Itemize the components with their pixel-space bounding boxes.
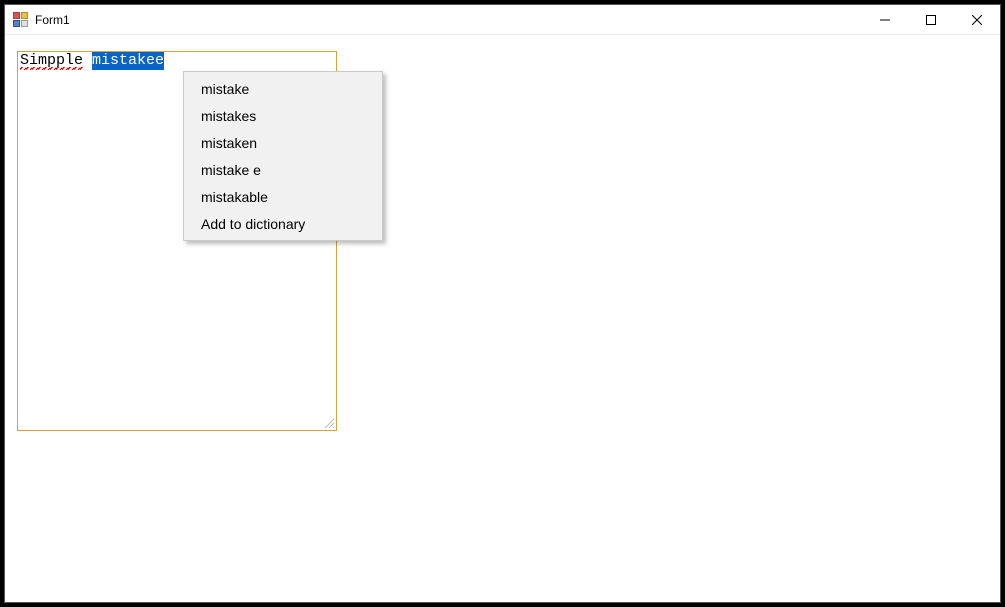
resize-grip-icon[interactable] <box>323 417 335 429</box>
misspelled-word-2-selected[interactable]: mistakee <box>92 52 164 70</box>
menu-label: mistakable <box>201 189 268 205</box>
menu-label: mistake e <box>201 162 261 178</box>
menu-label: mistakes <box>201 108 256 124</box>
client-area: Simpple mistakee mistake mistakes mistak… <box>5 35 1000 602</box>
window: Form1 Simpple mistakee <box>4 4 1001 603</box>
close-button[interactable] <box>954 5 1000 35</box>
maximize-button[interactable] <box>908 5 954 35</box>
text-line: Simpple mistakee <box>20 52 164 70</box>
menu-label: mistaken <box>201 135 257 151</box>
app-frame: Form1 Simpple mistakee <box>4 4 1001 603</box>
space <box>83 52 92 69</box>
window-title: Form1 <box>35 13 70 27</box>
close-icon <box>972 15 982 25</box>
misspelled-word-1[interactable]: Simpple <box>20 52 83 70</box>
titlebar[interactable]: Form1 <box>5 5 1000 35</box>
suggestion-item[interactable]: mistakes <box>185 102 381 129</box>
suggestion-item[interactable]: mistake e <box>185 156 381 183</box>
suggestion-item[interactable]: mistaken <box>185 129 381 156</box>
suggestion-item[interactable]: mistake <box>185 75 381 102</box>
suggestion-item[interactable]: mistakable <box>185 183 381 210</box>
menu-label: Add to dictionary <box>201 216 305 232</box>
menu-label: mistake <box>201 81 249 97</box>
maximize-icon <box>926 15 936 25</box>
spellcheck-context-menu: mistake mistakes mistaken mistake e mist… <box>183 71 383 241</box>
add-to-dictionary-item[interactable]: Add to dictionary <box>185 210 381 237</box>
minimize-icon <box>880 15 890 25</box>
minimize-button[interactable] <box>862 5 908 35</box>
app-icon <box>13 12 29 28</box>
